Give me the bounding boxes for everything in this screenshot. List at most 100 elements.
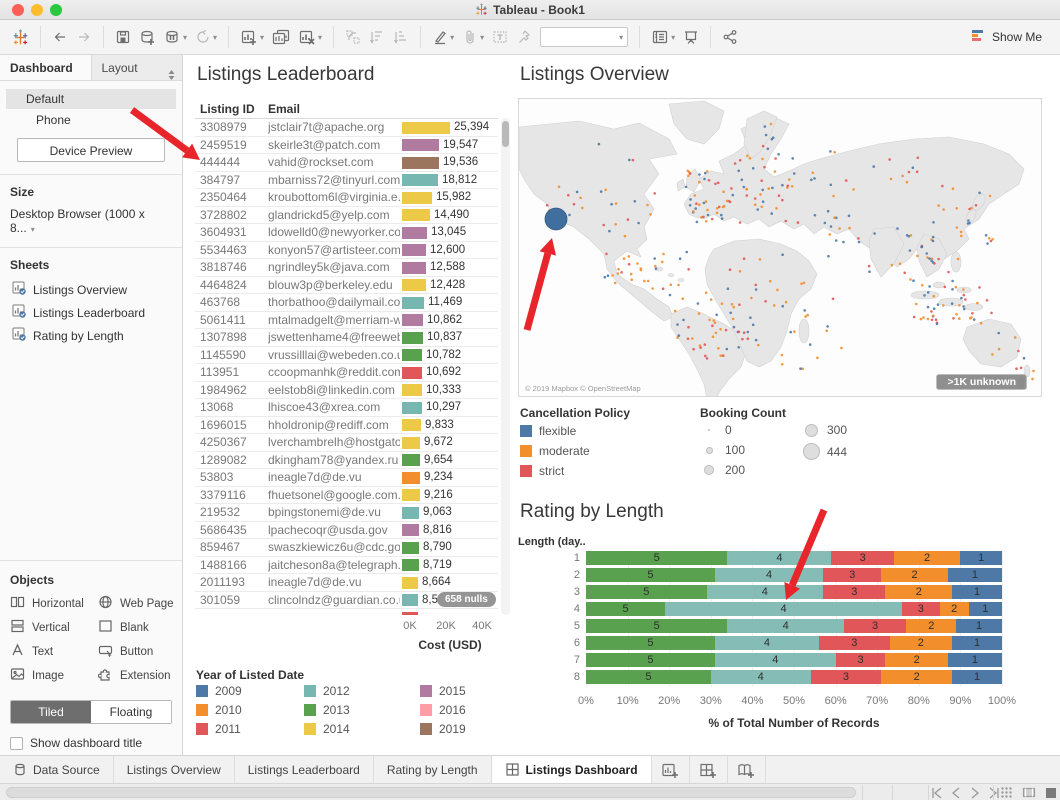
map-mark[interactable]: [695, 202, 698, 205]
leaderboard-row[interactable]: 219532 bpingstonemi@de.vu 9,063: [195, 504, 498, 522]
map-mark[interactable]: [827, 254, 830, 258]
map-mark[interactable]: [775, 207, 778, 210]
map-mark[interactable]: [962, 307, 966, 311]
leaderboard-row[interactable]: 859467 swaszkiewicz6u@cdc.gov 8,790: [195, 539, 498, 557]
forward-arrow-button[interactable]: [76, 29, 92, 45]
map-mark[interactable]: [753, 203, 757, 206]
map-mark[interactable]: [955, 312, 958, 316]
map-mark[interactable]: [969, 316, 972, 320]
map-mark[interactable]: [932, 221, 935, 224]
map-mark[interactable]: [831, 297, 835, 301]
map-mark[interactable]: [896, 227, 899, 230]
cost-bar[interactable]: [402, 366, 422, 379]
leaderboard-row[interactable]: 13068 lhiscoe43@xrea.com 10,297: [195, 399, 498, 417]
map-mark[interactable]: [848, 226, 851, 230]
year-legend-item-2014[interactable]: 2014: [304, 722, 350, 736]
rating-segment-1[interactable]: 1: [947, 568, 1002, 582]
map-mark[interactable]: [930, 318, 934, 322]
rating-segment-4[interactable]: 4: [714, 653, 836, 667]
sort-descending-button[interactable]: [393, 29, 409, 45]
map-mark[interactable]: [740, 178, 744, 182]
scrollbar-thumb[interactable]: [502, 121, 509, 147]
map-mark[interactable]: [738, 270, 742, 273]
map-mark[interactable]: [760, 179, 763, 182]
map-mark[interactable]: [759, 193, 762, 196]
map-mark[interactable]: [901, 174, 904, 178]
map-mark[interactable]: [717, 205, 721, 209]
map-mark[interactable]: [776, 288, 779, 292]
map-mark[interactable]: [689, 198, 692, 201]
map-mark[interactable]: [728, 200, 732, 204]
map-mark[interactable]: [905, 180, 909, 184]
map-mark[interactable]: [829, 183, 833, 187]
new-story-button[interactable]: [728, 756, 766, 783]
rating-segment-5[interactable]: 5: [586, 619, 728, 633]
rating-segment-2[interactable]: 2: [881, 670, 953, 684]
map-mark[interactable]: [737, 330, 741, 334]
map-mark[interactable]: [806, 313, 809, 317]
rating-segment-4[interactable]: 4: [727, 551, 832, 565]
cost-bar[interactable]: [402, 384, 422, 396]
leaderboard-row[interactable]: 53803 ineagle7d@de.vu 9,234: [195, 469, 498, 487]
map-mark[interactable]: [761, 188, 764, 192]
map-mark[interactable]: [557, 185, 561, 189]
rating-segment-5[interactable]: 5: [586, 602, 666, 616]
map-mark[interactable]: [829, 225, 833, 228]
map-mark[interactable]: [673, 309, 677, 313]
rating-segment-2[interactable]: 2: [906, 619, 957, 633]
world-map[interactable]: © 2019 Mapbox © OpenStreetMap >1K unknow…: [518, 98, 1042, 397]
map-mark[interactable]: [662, 252, 665, 256]
cost-bar[interactable]: [402, 226, 427, 239]
map-mark[interactable]: [844, 179, 848, 182]
new-worksheet-button[interactable]: ▾: [240, 29, 264, 45]
map-mark[interactable]: [651, 287, 654, 290]
group-members-button[interactable]: ▾: [462, 29, 484, 45]
map-mark[interactable]: [686, 337, 690, 341]
map-mark[interactable]: [677, 283, 680, 287]
leaderboard-row[interactable]: 1289082 dkingham78@yandex.ru 9,654: [195, 452, 498, 469]
map-mark[interactable]: [1015, 367, 1018, 371]
map-mark[interactable]: [962, 288, 965, 291]
map-mark[interactable]: [748, 156, 752, 160]
map-mark[interactable]: [788, 178, 791, 181]
map-mark[interactable]: [720, 213, 723, 217]
rating-segment-1[interactable]: 1: [952, 636, 1002, 650]
map-mark[interactable]: [930, 310, 933, 313]
map-mark[interactable]: [826, 325, 829, 328]
map-mark[interactable]: [1032, 369, 1035, 373]
collapse-pane-icon[interactable]: [168, 63, 175, 89]
rating-segment-3[interactable]: 3: [818, 636, 890, 650]
booking-legend-item-300[interactable]: 300: [802, 423, 872, 437]
map-mark[interactable]: [698, 173, 701, 176]
object-extension[interactable]: Extension: [97, 667, 184, 684]
map-mark[interactable]: [603, 275, 607, 279]
leaderboard-scrollbar[interactable]: [501, 118, 510, 615]
map-mark[interactable]: [599, 190, 603, 193]
booking-legend-item-444[interactable]: 444: [802, 443, 872, 460]
tab-layout[interactable]: Layout: [90, 55, 182, 80]
map-mark[interactable]: [934, 318, 938, 321]
rating-segment-2[interactable]: 2: [885, 585, 953, 599]
rating-segment-4[interactable]: 4: [714, 636, 819, 650]
map-mark[interactable]: [931, 235, 935, 239]
leaderboard-row[interactable]: 113951 ccoopmanhk@reddit.com 10,692: [195, 364, 498, 382]
map-mark[interactable]: [687, 325, 690, 329]
map-mark[interactable]: [742, 185, 746, 189]
show-tabs-button[interactable]: [1045, 786, 1057, 800]
rating-segment-5[interactable]: 5: [586, 670, 711, 684]
map-mark[interactable]: [730, 302, 734, 306]
map-mark[interactable]: [991, 353, 994, 356]
map-mark[interactable]: [711, 324, 714, 328]
leaderboard-row[interactable]: 3728802 glandrickd5@yelp.com 14,490: [195, 207, 498, 224]
leaderboard-row[interactable]: 1984962 eelstob8i@linkedin.com 10,333: [195, 382, 498, 399]
map-mark[interactable]: [962, 305, 965, 308]
map-mark[interactable]: [698, 180, 701, 184]
map-mark[interactable]: [799, 367, 802, 371]
rating-segment-1[interactable]: 1: [968, 602, 1002, 616]
map-mark[interactable]: [696, 302, 700, 305]
map-mark[interactable]: [829, 150, 832, 153]
map-mark[interactable]: [786, 184, 790, 188]
map-mark[interactable]: [840, 346, 843, 350]
map-mark[interactable]: [832, 194, 835, 198]
map-mark[interactable]: [997, 347, 1001, 351]
